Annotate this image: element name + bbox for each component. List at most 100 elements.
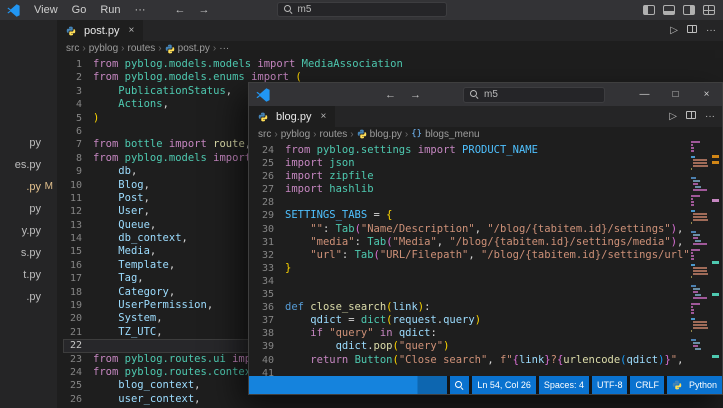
close-tab-icon[interactable]: × (320, 111, 326, 122)
line-number[interactable]: 24 (63, 366, 93, 379)
line-number[interactable]: 2 (63, 71, 93, 84)
line-number[interactable]: 40 (255, 354, 285, 367)
eol-status[interactable]: CRLF (630, 376, 664, 394)
line-number[interactable]: 7 (63, 138, 93, 151)
line-number[interactable]: 13 (63, 219, 93, 232)
line-number[interactable]: 15 (63, 245, 93, 258)
line-number[interactable]: 24 (255, 144, 285, 157)
more-actions-icon[interactable]: ··· (706, 25, 716, 36)
code-line[interactable]: 26 import zipfile (255, 170, 691, 183)
run-icon[interactable]: ▷ (669, 111, 677, 122)
line-number[interactable]: 9 (63, 165, 93, 178)
line-number[interactable]: 12 (63, 205, 93, 218)
code-line[interactable]: 37 qdict = dict(request.query) (255, 314, 691, 327)
cursor-position[interactable]: Ln 54, Col 26 (472, 376, 536, 394)
line-number[interactable]: 33 (255, 262, 285, 275)
line-number[interactable]: 18 (63, 286, 93, 299)
line-number[interactable]: 20 (63, 312, 93, 325)
breadcrumb-item[interactable]: pyblog (281, 129, 310, 140)
code-line[interactable]: 35 (255, 288, 691, 301)
line-number[interactable]: 21 (63, 326, 93, 339)
line-number[interactable]: 26 (63, 393, 93, 406)
split-editor-icon[interactable] (687, 25, 697, 36)
explorer-file-item[interactable]: s.py (0, 242, 57, 264)
breadcrumb-item[interactable]: blogs_menu (425, 129, 479, 140)
forward-icon[interactable]: → (199, 4, 210, 16)
code-line[interactable]: 27 import hashlib (255, 183, 691, 196)
breadcrumb-item[interactable]: ··· (219, 43, 229, 54)
back-icon[interactable]: ← (385, 89, 396, 101)
explorer-file-item[interactable]: t.py (0, 264, 57, 286)
minimize-button[interactable]: — (629, 83, 660, 106)
explorer-file-item[interactable]: py (0, 198, 57, 220)
indentation-status[interactable]: Spaces: 4 (538, 376, 589, 394)
explorer-file-item[interactable]: y.py (0, 220, 57, 242)
code-line[interactable]: 34 (255, 275, 691, 288)
line-number[interactable]: 25 (63, 379, 93, 392)
menu-item-more[interactable]: ··· (128, 4, 153, 16)
line-number[interactable]: 22 (63, 339, 93, 352)
code-line[interactable]: 33} (255, 262, 691, 275)
line-number[interactable]: 10 (63, 179, 93, 192)
code-line[interactable]: 40 return Button("Close search", f"{link… (255, 354, 691, 367)
minimap[interactable] (691, 141, 708, 378)
editor-code-area[interactable]: 24 from pyblog.settings import PRODUCT_NA… (249, 141, 691, 376)
close-button[interactable]: × (691, 83, 722, 106)
customize-layout-icon[interactable] (703, 5, 715, 15)
line-number[interactable]: 34 (255, 275, 285, 288)
line-number[interactable]: 25 (255, 157, 285, 170)
code-line[interactable]: 38 if "query" in qdict: (255, 327, 691, 340)
encoding-status[interactable]: UTF-8 (591, 376, 628, 394)
line-number[interactable]: 4 (63, 98, 93, 111)
line-number[interactable]: 5 (63, 112, 93, 125)
code-line[interactable]: 39 qdict.pop("query") (255, 340, 691, 353)
line-number[interactable]: 32 (255, 249, 285, 262)
breadcrumb-item[interactable]: post.py (178, 43, 210, 54)
code-line[interactable]: 36 def close_search(link): (255, 301, 691, 314)
line-number[interactable]: 3 (63, 85, 93, 98)
breadcrumb-item[interactable]: src (258, 129, 271, 140)
command-center-search[interactable]: m5 (463, 86, 605, 103)
line-number[interactable]: 35 (255, 288, 285, 301)
line-number[interactable]: 11 (63, 192, 93, 205)
explorer-file-item[interactable]: py (0, 132, 57, 154)
line-number[interactable]: 6 (63, 125, 93, 138)
line-number[interactable]: 36 (255, 301, 285, 314)
line-number[interactable]: 16 (63, 259, 93, 272)
breadcrumb-item[interactable]: src (66, 43, 79, 54)
line-number[interactable]: 39 (255, 340, 285, 353)
code-line[interactable]: 28 (255, 196, 691, 209)
line-number[interactable]: 38 (255, 327, 285, 340)
breadcrumb-item[interactable]: routes (320, 129, 348, 140)
line-number[interactable]: 41 (255, 367, 285, 376)
line-number[interactable]: 27 (255, 183, 285, 196)
maximize-button[interactable]: □ (660, 83, 691, 106)
line-number[interactable]: 17 (63, 272, 93, 285)
toggle-panel-icon[interactable] (663, 5, 675, 15)
forward-icon[interactable]: → (410, 89, 421, 101)
line-number[interactable]: 19 (63, 299, 93, 312)
explorer-file-item[interactable]: es.py (0, 154, 57, 176)
close-tab-icon[interactable]: × (128, 25, 134, 36)
line-number[interactable]: 31 (255, 236, 285, 249)
line-number[interactable]: 1 (63, 58, 93, 71)
explorer-file-item[interactable]: .py M (0, 176, 57, 198)
code-line[interactable]: 24 from pyblog.settings import PRODUCT_NA… (255, 144, 691, 157)
toggle-secondary-sidebar-icon[interactable] (683, 5, 695, 15)
line-number[interactable]: 37 (255, 314, 285, 327)
menu-item-run[interactable]: Run (93, 4, 127, 16)
breadcrumb-item[interactable]: pyblog (89, 43, 118, 54)
menu-item-view[interactable]: View (27, 4, 65, 16)
tab-blog-py[interactable]: blog.py × (249, 106, 336, 127)
line-number[interactable]: 14 (63, 232, 93, 245)
language-mode[interactable]: Python (666, 376, 722, 394)
line-number[interactable]: 29 (255, 209, 285, 222)
magnifier-status-item[interactable] (450, 376, 470, 394)
code-line[interactable]: 41 (255, 367, 691, 376)
toggle-primary-sidebar-icon[interactable] (643, 5, 655, 15)
tab-post-py[interactable]: post.py × (57, 20, 144, 41)
code-line[interactable]: 25 import json (255, 157, 691, 170)
overview-ruler[interactable] (708, 141, 722, 378)
split-editor-icon[interactable] (686, 111, 696, 122)
line-number[interactable]: 26 (255, 170, 285, 183)
